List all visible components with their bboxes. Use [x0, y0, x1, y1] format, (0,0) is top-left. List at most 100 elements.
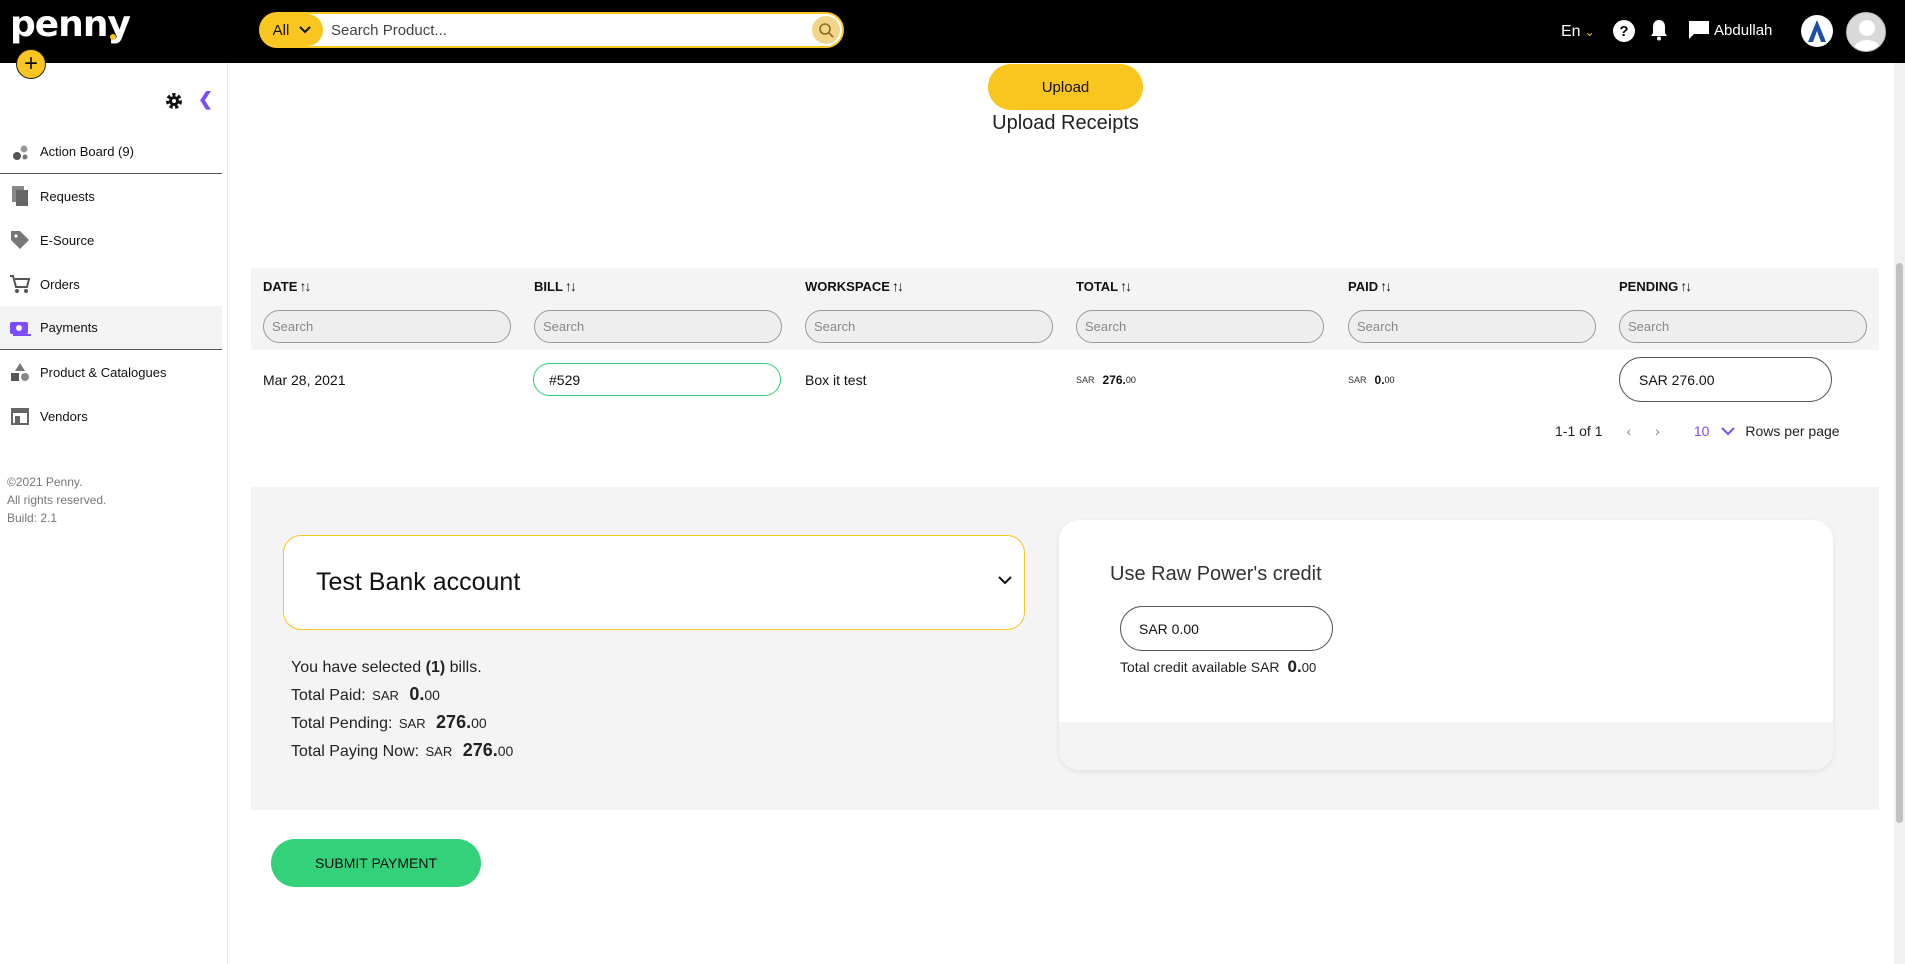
column-label: PAID	[1348, 279, 1379, 294]
add-button[interactable]: +	[16, 49, 46, 79]
sidebar-item-vendors[interactable]: Vendors	[0, 394, 222, 438]
search-category-label: All	[272, 21, 290, 39]
sidebar-nav: Action Board (9) Requests E-Source Order…	[0, 130, 222, 438]
bank-account-label: Test Bank account	[316, 568, 521, 596]
amount-decimal: 00	[1301, 660, 1317, 675]
requests-icon	[0, 185, 40, 207]
bills-table: DATE ↑↓ BILL ↑↓ WORKSPACE ↑↓ TOTAL ↑↓ PAID ↑↓…	[251, 268, 1879, 410]
help-icon[interactable]: ?	[1613, 20, 1635, 42]
date-cell: Mar 28, 2021	[263, 372, 346, 388]
sidebar-item-label: Payments	[40, 320, 98, 335]
next-page-icon[interactable]: ›	[1655, 423, 1660, 439]
column-header-date[interactable]: DATE ↑↓	[263, 278, 311, 294]
tag-icon	[0, 230, 40, 250]
pending-filter-input[interactable]	[1619, 310, 1867, 343]
workspace-filter-input[interactable]	[805, 310, 1053, 343]
column-label: WORKSPACE	[805, 279, 890, 294]
total-paying-label: Total Paying Now:	[291, 743, 420, 760]
sidebar-item-e-source[interactable]: E-Source	[0, 218, 222, 262]
column-label: DATE	[263, 279, 298, 294]
bill-number-field[interactable]: #529	[533, 363, 781, 396]
pagination-range: 1-1 of 1	[1555, 423, 1603, 439]
date-filter-input[interactable]	[263, 310, 511, 343]
bill-filter-input[interactable]	[534, 310, 782, 343]
credit-amount-input[interactable]: SAR 0.00	[1120, 606, 1333, 651]
rows-per-page-label: Rows per page	[1745, 423, 1840, 439]
scrollbar-thumb[interactable]	[1896, 263, 1903, 823]
amount-integer: 276.	[462, 740, 498, 760]
column-header-total[interactable]: TOTAL ↑↓	[1076, 278, 1132, 294]
table-row[interactable]: Mar 28, 2021 #529 Box it test SAR 276. 00…	[251, 350, 1879, 410]
selected-suffix: bills.	[445, 659, 482, 676]
sidebar-item-label: Action Board (9)	[40, 144, 134, 159]
scrollbar[interactable]	[1894, 63, 1905, 964]
credit-available-label: Total credit available SAR	[1120, 659, 1280, 675]
currency-label: SAR	[425, 744, 453, 759]
bank-account-select[interactable]: Test Bank account	[283, 535, 1025, 630]
paid-filter-input[interactable]	[1348, 310, 1596, 343]
currency-label: SAR	[372, 688, 399, 703]
language-label: En	[1561, 22, 1581, 40]
chevron-down-icon[interactable]	[1721, 423, 1736, 439]
sidebar-item-orders[interactable]: Orders	[0, 262, 222, 306]
sort-icon[interactable]: ↑↓	[299, 278, 311, 294]
column-label: BILL	[534, 279, 563, 294]
avatar[interactable]	[1846, 12, 1886, 52]
search-category-select[interactable]: All	[261, 14, 323, 46]
sidebar-item-action-board[interactable]: Action Board (9)	[0, 130, 222, 174]
sidebar-item-payments[interactable]: Payments	[0, 306, 222, 350]
search-input[interactable]	[331, 18, 791, 42]
pagination: 1-1 of 1 ‹ › 10 Rows per page	[1555, 423, 1840, 439]
amount-integer: 0.	[409, 684, 425, 704]
payment-panel: Test Bank account You have selected (1) …	[251, 487, 1879, 810]
sidebar-item-label: E-Source	[40, 232, 95, 248]
username[interactable]: Abdullah	[1714, 22, 1772, 39]
credit-available: Total credit available SAR 0.00	[1120, 657, 1316, 677]
sidebar: ❮ Action Board (9) Requests E-Source Ord…	[0, 63, 228, 964]
total-pending-line: Total Pending: SAR 276.00	[291, 709, 513, 737]
collapse-sidebar-icon[interactable]: ❮	[198, 89, 213, 110]
pending-amount-input[interactable]: SAR 276.00	[1619, 357, 1832, 402]
selected-count: (1)	[425, 659, 446, 676]
prev-page-icon[interactable]: ‹	[1626, 423, 1631, 439]
amount-decimal: 00	[471, 715, 487, 731]
column-header-bill[interactable]: BILL ↑↓	[534, 278, 577, 294]
column-header-paid[interactable]: PAID ↑↓	[1348, 278, 1392, 294]
amount-integer: 0.	[1287, 657, 1302, 676]
column-label: PENDING	[1619, 279, 1679, 294]
chat-icon[interactable]	[1688, 20, 1710, 45]
rows-per-page-select[interactable]: 10	[1694, 423, 1710, 439]
sidebar-item-requests[interactable]: Requests	[0, 174, 222, 218]
search-icon[interactable]	[812, 16, 840, 44]
column-header-pending[interactable]: PENDING ↑↓	[1619, 278, 1692, 294]
sidebar-item-label: Requests	[40, 188, 95, 204]
bell-icon[interactable]	[1650, 19, 1668, 46]
sort-icon[interactable]: ↑↓	[1680, 278, 1692, 294]
search-bar: All	[259, 12, 844, 48]
workspace-cell: Box it test	[805, 372, 867, 388]
upload-button[interactable]: Upload	[988, 64, 1143, 110]
gear-icon[interactable]	[164, 91, 184, 116]
sort-icon[interactable]: ↑↓	[1380, 278, 1392, 294]
submit-payment-button[interactable]: SUBMIT PAYMENT	[271, 839, 481, 887]
organization-logo-icon[interactable]	[1801, 15, 1833, 47]
credit-card: Use Raw Power's credit SAR 0.00 Total cr…	[1059, 520, 1833, 770]
logo-dot	[110, 34, 116, 40]
chevron-down-icon	[299, 26, 312, 34]
sort-icon[interactable]: ↑↓	[565, 278, 577, 294]
amount-integer: 276.	[436, 712, 472, 732]
sidebar-item-product-catalogues[interactable]: Product & Catalogues	[0, 350, 222, 394]
selected-bills-line: You have selected (1) bills.	[291, 654, 513, 681]
copyright-line: ©2021 Penny.	[7, 475, 83, 489]
build-line: Build: 2.1	[7, 511, 58, 525]
sort-icon[interactable]: ↑↓	[1120, 278, 1132, 294]
column-header-workspace[interactable]: WORKSPACE ↑↓	[805, 278, 904, 294]
copyright: ©2021 Penny. All rights reserved. Build:…	[7, 473, 106, 527]
total-paid-label: Total Paid:	[291, 687, 366, 704]
sort-icon[interactable]: ↑↓	[892, 278, 904, 294]
currency-label: SAR	[398, 716, 426, 731]
total-pending-label: Total Pending:	[291, 715, 393, 732]
total-filter-input[interactable]	[1076, 310, 1324, 343]
language-select[interactable]: En ⌄	[1561, 0, 1595, 63]
cart-icon	[0, 274, 40, 294]
